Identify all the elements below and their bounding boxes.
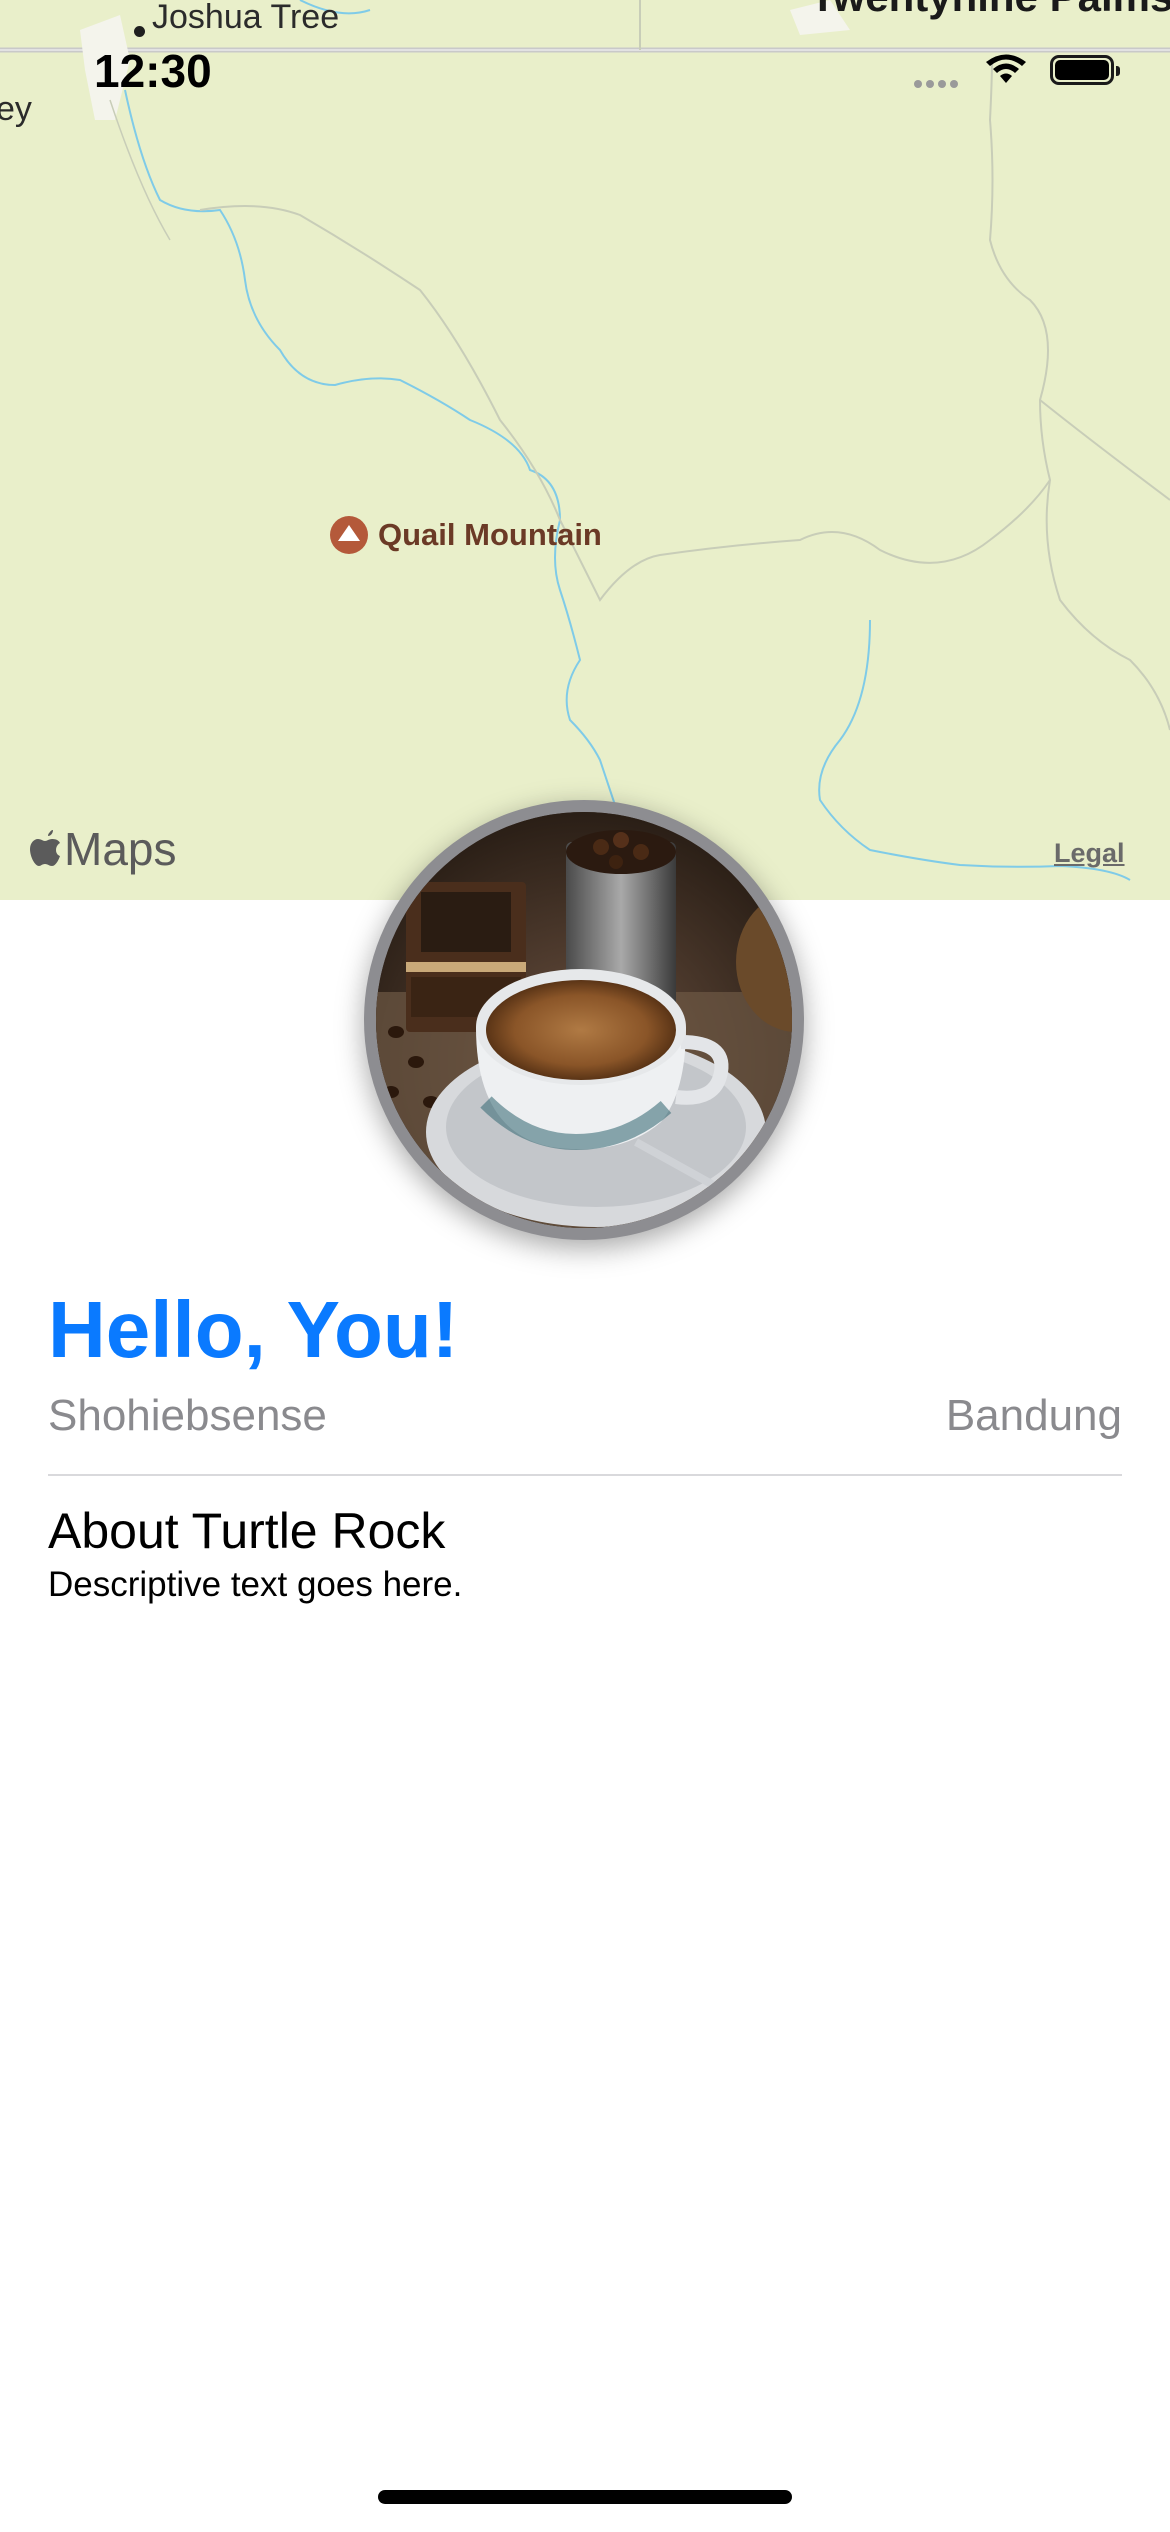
about-body: Descriptive text goes here.	[48, 1565, 463, 1604]
subtitle-name: Shohiebsense	[48, 1391, 327, 1440]
maps-logo-text: Maps	[64, 823, 177, 875]
home-indicator[interactable]	[378, 2490, 792, 2504]
status-bar-icons	[914, 52, 1120, 88]
about-heading: About Turtle Rock	[48, 1503, 446, 1559]
map-terrain	[0, 0, 1170, 881]
map-label-joshua-tree[interactable]: Joshua Tree	[152, 0, 339, 37]
page-title: Hello, You!	[48, 1285, 459, 1374]
poi-label: Quail Mountain	[378, 517, 602, 552]
mountain-icon	[330, 516, 368, 554]
maps-attribution-logo: Maps	[30, 822, 176, 876]
screen: Joshua Tree Twentynine Palms ey Quail Mo…	[0, 0, 1170, 2532]
map-label-twentynine-palms[interactable]: Twentynine Palms	[810, 0, 1170, 20]
battery-icon	[1050, 55, 1120, 85]
divider	[48, 1474, 1122, 1476]
joshua-tree-marker	[134, 26, 145, 37]
map-view[interactable]: Joshua Tree Twentynine Palms ey Quail Mo…	[0, 0, 1170, 900]
coffee-photo	[376, 812, 792, 1228]
detail-content: Hello, You! Shohiebsense Bandung About T…	[48, 1280, 1122, 1606]
cellular-signal-icon	[914, 52, 962, 88]
subtitle-location: Bandung	[945, 1391, 1122, 1440]
profile-avatar[interactable]	[364, 800, 804, 1240]
apple-logo-icon	[30, 830, 60, 866]
poi-quail-mountain[interactable]: Quail Mountain	[330, 516, 602, 554]
map-label-valley[interactable]: ey	[0, 90, 32, 129]
wifi-icon	[986, 54, 1026, 83]
subtitle-row: Shohiebsense Bandung	[48, 1390, 1122, 1442]
status-bar-time: 12:30	[94, 45, 212, 97]
legal-link[interactable]: Legal	[1054, 838, 1125, 869]
